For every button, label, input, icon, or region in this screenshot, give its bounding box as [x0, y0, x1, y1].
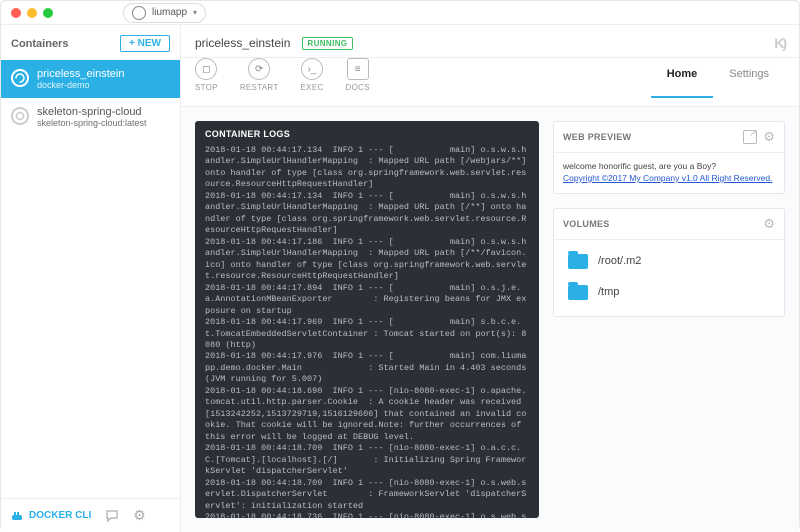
sidebar-heading: Containers [11, 38, 68, 50]
logs-panel: CONTAINER LOGS 2018-01-18 00:44:17.134 I… [195, 121, 539, 518]
open-external-icon[interactable] [743, 130, 757, 144]
terminal-icon: ›_ [301, 58, 323, 80]
user-menu[interactable]: liumapp ▾ [123, 3, 206, 23]
logs-body[interactable]: 2018-01-18 00:44:17.134 INFO 1 --- [ mai… [195, 145, 539, 518]
window-titlebar: liumapp ▾ [1, 1, 799, 25]
close-icon[interactable] [11, 8, 21, 18]
stop-icon: ◻ [195, 58, 217, 80]
gear-icon[interactable]: ⚙ [763, 216, 775, 232]
main-area: priceless_einstein RUNNING K) ◻ STOP ⟳ R… [181, 25, 799, 532]
minimize-icon[interactable] [27, 8, 37, 18]
web-preview-title: WEB PREVIEW [563, 132, 737, 142]
web-preview-body[interactable]: welcome honorific guest, are you a Boy? … [554, 153, 784, 193]
preview-welcome: welcome honorific guest, are you a Boy? [563, 161, 775, 173]
tab-settings[interactable]: Settings [713, 58, 785, 98]
docs-icon: ≡ [347, 58, 369, 80]
container-idle-icon [11, 107, 29, 125]
docs-button[interactable]: ≡ DOCS [346, 58, 370, 92]
sidebar: Containers + NEW priceless_einstein dock… [1, 25, 181, 532]
chevron-down-icon: ▾ [193, 8, 197, 17]
tab-bar: Home Settings [651, 58, 785, 98]
container-image: skeleton-spring-cloud:latest [37, 118, 147, 128]
exec-button[interactable]: ›_ EXEC [301, 58, 324, 92]
gear-icon[interactable]: ⚙ [133, 507, 146, 524]
folder-icon [568, 285, 588, 300]
logs-title: CONTAINER LOGS [195, 121, 539, 145]
kitematic-logo-icon: K) [774, 35, 785, 51]
container-image: docker-demo [37, 80, 124, 90]
preview-copyright-link[interactable]: Copyright ©2017 My Company v1.0 All Righ… [563, 173, 772, 183]
gear-icon[interactable]: ⚙ [763, 129, 775, 145]
restart-button[interactable]: ⟳ RESTART [240, 58, 279, 92]
container-name: skeleton-spring-cloud [37, 106, 147, 118]
feedback-icon[interactable] [105, 509, 119, 523]
status-badge: RUNNING [302, 37, 352, 50]
volumes-card: VOLUMES ⚙ /root/.m2 /tmp [553, 208, 785, 317]
container-running-icon [11, 69, 29, 87]
username-label: liumapp [152, 7, 187, 18]
docker-cli-button[interactable]: DOCKER CLI [11, 510, 91, 522]
whale-icon [11, 510, 25, 522]
volume-path: /tmp [598, 286, 619, 298]
volume-item[interactable]: /tmp [558, 277, 780, 308]
sidebar-item-priceless-einstein[interactable]: priceless_einstein docker-demo [1, 60, 180, 98]
avatar-icon [132, 6, 146, 20]
restart-icon: ⟳ [248, 58, 270, 80]
sidebar-item-skeleton-spring-cloud[interactable]: skeleton-spring-cloud skeleton-spring-cl… [1, 98, 180, 136]
web-preview-card: WEB PREVIEW ⚙ welcome honorific guest, a… [553, 121, 785, 194]
volumes-title: VOLUMES [563, 219, 757, 229]
stop-button[interactable]: ◻ STOP [195, 58, 218, 92]
zoom-icon[interactable] [43, 8, 53, 18]
container-name: priceless_einstein [37, 68, 124, 80]
traffic-lights [11, 8, 53, 18]
volume-path: /root/.m2 [598, 255, 641, 267]
tab-home[interactable]: Home [651, 58, 714, 98]
new-container-button[interactable]: + NEW [120, 35, 170, 52]
volume-item[interactable]: /root/.m2 [558, 246, 780, 277]
folder-icon [568, 254, 588, 269]
page-title: priceless_einstein [195, 36, 290, 50]
